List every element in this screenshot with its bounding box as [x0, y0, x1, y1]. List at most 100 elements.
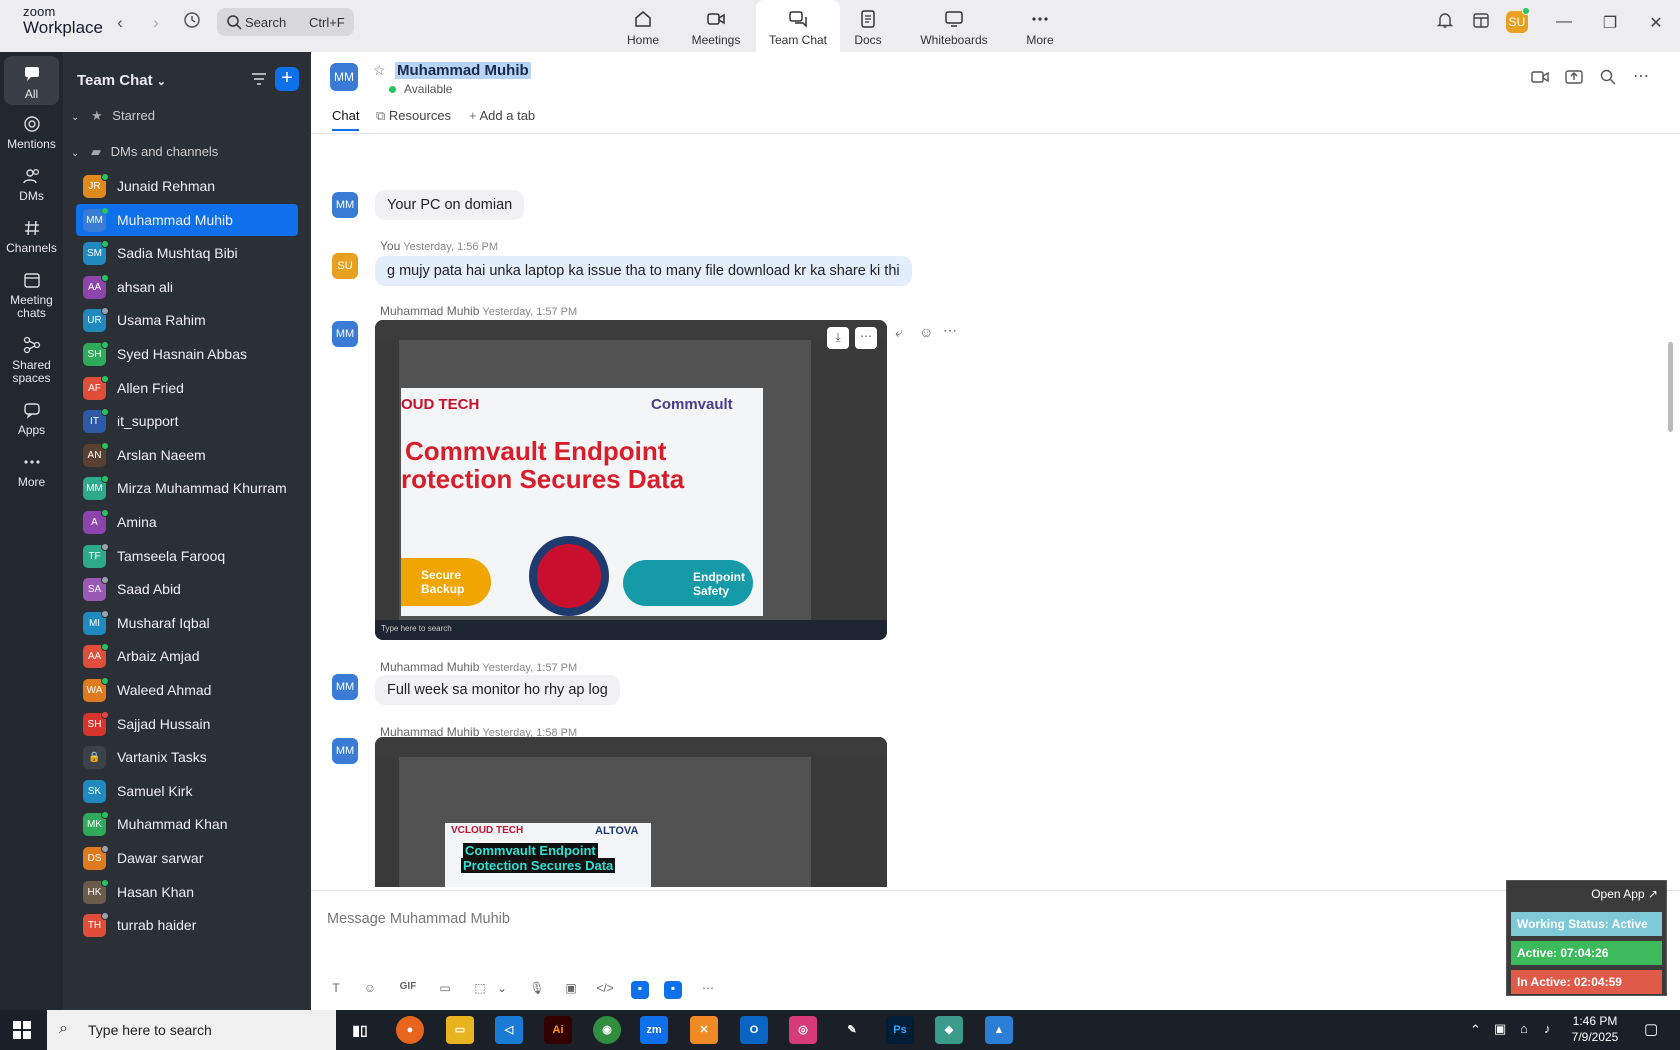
star-outline-icon[interactable]: ☆ [373, 62, 386, 79]
dm-item[interactable]: AA Arbaiz Amjad [76, 640, 298, 672]
notification-icon[interactable]: ▢ [1644, 1020, 1658, 1038]
dm-item[interactable]: MM Muhammad Muhib [76, 203, 298, 236]
dms-section[interactable]: ⌄ ▰ DMs and channels [71, 144, 218, 160]
tab-add[interactable]: + Add a tab [469, 108, 535, 123]
open-app-link[interactable]: Open App ↗ [1591, 887, 1658, 901]
avatar[interactable]: MM [332, 738, 358, 764]
tab-whiteboards[interactable]: Whiteboards [912, 0, 996, 52]
message-bubble[interactable]: Full week sa monitor ho rhy ap log [375, 675, 620, 705]
calendar-icon[interactable] [1469, 11, 1493, 35]
rail-shared-spaces[interactable]: Shared spaces [0, 335, 63, 385]
format-text-icon[interactable]: T [327, 981, 345, 999]
rail-mentions[interactable]: Mentions [0, 114, 63, 151]
close-icon[interactable]: ✕ [1646, 13, 1666, 33]
dm-item[interactable]: DS Dawar sarwar [76, 842, 298, 874]
illustrator-icon[interactable]: Ai [544, 1016, 572, 1044]
xampp-icon[interactable]: ✕ [690, 1016, 718, 1044]
rail-meeting-chats[interactable]: Meeting chats [0, 270, 63, 320]
filter-icon[interactable] [249, 69, 269, 89]
tab-home[interactable]: Home [601, 0, 685, 52]
video-message-icon[interactable]: ▣ [562, 981, 580, 999]
starred-section[interactable]: ⌄ ★ Starred [71, 108, 155, 124]
message-bubble[interactable]: Your PC on domian [375, 190, 525, 220]
rail-dms[interactable]: DMs [0, 166, 63, 203]
tray-chevron-icon[interactable]: ⌃ [1470, 1022, 1481, 1038]
file-explorer-icon[interactable]: ▭ [446, 1016, 474, 1044]
rail-apps[interactable]: Apps [0, 400, 63, 437]
outlook-icon[interactable]: O [740, 1016, 768, 1044]
more-options-icon[interactable]: ⋯ [1633, 66, 1653, 86]
tab-chat[interactable]: Chat [332, 108, 360, 131]
avatar[interactable]: SU [332, 253, 358, 279]
screenshot-icon[interactable]: ⬚ [471, 981, 489, 999]
dm-item[interactable]: SH Syed Hasnain Abbas [76, 338, 298, 370]
emoji-icon[interactable]: ☺ [919, 324, 933, 340]
chat-app-icon[interactable]: ▪ [664, 981, 682, 999]
dm-item[interactable]: HK Hasan Khan [76, 876, 298, 908]
zoom-icon[interactable]: zm [640, 1016, 668, 1044]
video-call-icon[interactable] [1531, 68, 1551, 88]
message-composer[interactable]: Message Muhammad Muhib T ☺ GIF ▭ ⬚ ⌄ 🎙 ▣… [311, 890, 1680, 1010]
dm-item[interactable]: MI Musharaf Iqbal [76, 607, 298, 639]
dm-item[interactable]: MK Muhammad Khan [76, 808, 298, 840]
app-icon[interactable]: ◆ [935, 1016, 963, 1044]
share-screen-icon[interactable] [1565, 68, 1585, 88]
rail-all[interactable]: All [4, 56, 59, 105]
task-view-icon[interactable]: ▮▯ [346, 1016, 374, 1044]
firefox-icon[interactable]: ● [396, 1016, 424, 1044]
contact-avatar[interactable]: MM [330, 63, 358, 91]
dm-item[interactable]: AN Arslan Naeem [76, 439, 298, 471]
emoji-icon[interactable]: ☺ [361, 981, 379, 999]
maximize-icon[interactable]: ❐ [1600, 13, 1620, 33]
new-chat-button[interactable]: + [275, 67, 299, 91]
search-box[interactable]: Search Ctrl+F [217, 8, 354, 36]
message-bubble[interactable]: g mujy pata hai unka laptop ka issue tha… [375, 256, 912, 286]
minimize-icon[interactable]: — [1554, 13, 1574, 33]
tray-wifi-icon[interactable]: ⌂ [1520, 1021, 1528, 1036]
dm-item[interactable]: TH turrab haider [76, 909, 298, 941]
sidebar-title[interactable]: Team Chat ⌄ [77, 72, 166, 89]
history-icon[interactable] [180, 11, 204, 35]
tray-volume-icon[interactable]: ♪ [1544, 1021, 1551, 1036]
chevron-down-icon[interactable]: ⌄ [493, 981, 511, 999]
avatar[interactable]: MM [332, 192, 358, 218]
code-icon[interactable]: </> [596, 981, 614, 999]
message-more-icon[interactable]: ⋯ [943, 322, 957, 339]
dm-item[interactable]: AA ahsan ali [76, 271, 298, 303]
app-icon[interactable]: ▪ [631, 981, 649, 999]
creative-cloud-icon[interactable]: ◎ [789, 1016, 817, 1044]
file-icon[interactable]: ▭ [436, 981, 454, 999]
image-attachment[interactable]: OUD TECH Commvault Commvault Endpoint ro… [375, 320, 887, 640]
dm-item[interactable]: WA Waleed Ahmad [76, 674, 298, 706]
avatar[interactable]: MM [332, 321, 358, 347]
download-icon[interactable]: ⤓ [827, 327, 849, 349]
dm-item[interactable]: AF Allen Fried [76, 372, 298, 404]
tab-meetings[interactable]: Meetings [674, 0, 758, 52]
tab-resources[interactable]: ⧉ Resources [376, 108, 451, 124]
search-icon[interactable] [1599, 68, 1619, 88]
contact-name[interactable]: Muhammad Muhib [395, 62, 531, 79]
taskbar-search[interactable]: ⌕ Type here to search [47, 1010, 336, 1050]
image-more-icon[interactable]: ⋯ [855, 327, 877, 349]
forward-icon[interactable]: › [144, 11, 168, 35]
dm-item[interactable]: 🔒 Vartanix Tasks [76, 741, 298, 773]
more-icon[interactable]: ⋯ [699, 981, 717, 999]
dm-item[interactable]: SK Samuel Kirk [76, 775, 298, 807]
tab-more[interactable]: More [998, 0, 1082, 52]
dm-item[interactable]: SM Sadia Mushtaq Bibi [76, 237, 298, 269]
tray-network-icon[interactable]: ▣ [1494, 1021, 1506, 1037]
photos-icon[interactable]: ▲ [985, 1016, 1013, 1044]
tray-clock[interactable]: 1:46 PM 7/9/2025 [1565, 1013, 1625, 1045]
windows-start-icon[interactable] [13, 1021, 31, 1039]
avatar[interactable]: MM [332, 674, 358, 700]
rail-channels[interactable]: Channels [0, 218, 63, 255]
dm-item[interactable]: A Amina [76, 506, 298, 538]
chrome-icon[interactable]: ◉ [593, 1016, 621, 1044]
bell-icon[interactable] [1433, 11, 1457, 35]
dm-item[interactable]: IT it_support [76, 405, 298, 437]
microphone-icon[interactable]: 🎙 [528, 981, 546, 999]
dm-item[interactable]: SH Sajjad Hussain [76, 708, 298, 740]
gif-icon[interactable]: GIF [396, 981, 420, 999]
vscode-icon[interactable]: ◁ [495, 1016, 523, 1044]
dm-item[interactable]: JR Junaid Rehman [76, 170, 298, 202]
